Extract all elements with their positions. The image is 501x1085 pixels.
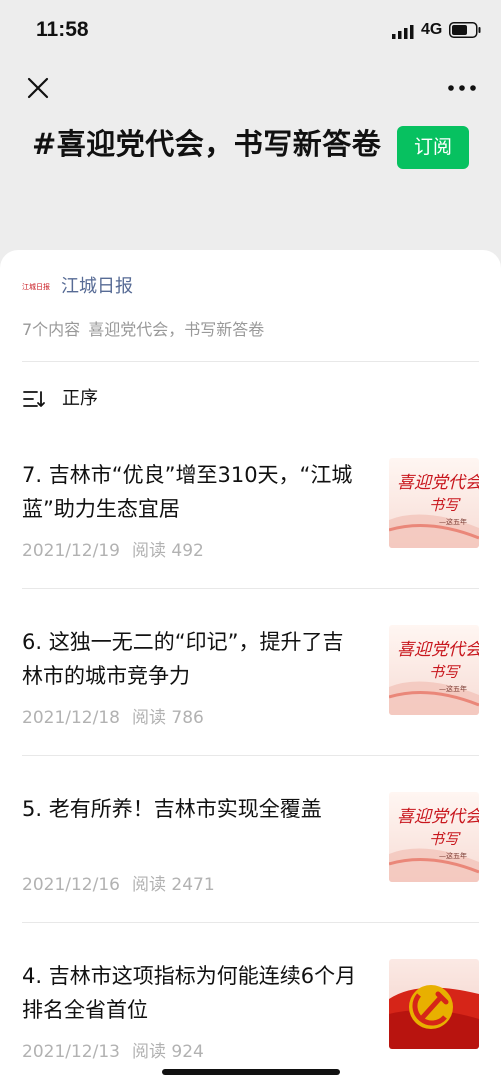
article-meta: 2021/12/13 阅读 924 xyxy=(22,1037,204,1062)
banner-thumbnail-image: 喜迎党代会书写 —这五年 xyxy=(389,458,479,548)
article-date: 2021/12/19 xyxy=(22,541,120,561)
banner-thumbnail-image: 喜迎党代会书写 —这五年 xyxy=(389,625,479,715)
collection-name: 喜迎党代会，书写新答卷 xyxy=(88,320,265,339)
svg-text:喜迎党代会: 喜迎党代会 xyxy=(397,473,479,493)
article-date: 2021/12/16 xyxy=(22,875,120,895)
source-logo: 江城日报 xyxy=(22,283,50,291)
article-item[interactable]: 5. 老有所养！吉林市实现全覆盖 2021/12/16 阅读 2471 喜迎党代会书写… xyxy=(0,774,501,940)
article-thumbnail: 喜迎党代会书写 —这五年 xyxy=(389,792,479,882)
signal-icon xyxy=(392,25,414,39)
close-icon xyxy=(27,77,49,99)
article-meta: 2021/12/18 阅读 786 xyxy=(22,703,204,728)
svg-text:喜迎党代会: 喜迎党代会 xyxy=(397,807,479,827)
svg-text:—这五年: —这五年 xyxy=(439,851,467,860)
article-title: 6. 这独一无二的“印记”，提升了吉林市的城市竞争力 xyxy=(22,630,344,688)
collection-meta: 7个内容 喜迎党代会，书写新答卷 xyxy=(22,316,264,340)
more-button[interactable] xyxy=(446,76,478,100)
divider xyxy=(22,361,479,362)
svg-text:书写: 书写 xyxy=(429,663,461,681)
article-divider xyxy=(22,922,479,923)
more-icon xyxy=(448,85,476,91)
article-meta: 2021/12/19 阅读 492 xyxy=(22,536,204,561)
article-item[interactable]: 7. 吉林市“优良”增至310天，“江城蓝”助力生态宜居 2021/12/19 阅读… xyxy=(0,440,501,606)
banner-thumbnail-image: 喜迎党代会书写 —这五年 xyxy=(389,792,479,882)
article-views: 阅读 924 xyxy=(131,1042,204,1062)
article-thumbnail: 喜迎党代会书写 —这五年 xyxy=(389,458,479,548)
article-views: 阅读 492 xyxy=(131,541,204,561)
article-date: 2021/12/18 xyxy=(22,708,120,728)
svg-text:书写: 书写 xyxy=(429,830,461,848)
topic-title: #喜迎党代会，书写新答卷 xyxy=(32,127,382,161)
svg-text:书写: 书写 xyxy=(429,496,461,514)
sort-order-icon xyxy=(23,391,45,407)
article-thumbnail xyxy=(389,959,479,1049)
article-views: 阅读 2471 xyxy=(131,875,215,895)
article-item[interactable]: 6. 这独一无二的“印记”，提升了吉林市的城市竞争力 2021/12/18 阅读 7… xyxy=(0,607,501,773)
article-thumbnail: 喜迎党代会书写 —这五年 xyxy=(389,625,479,715)
article-date: 2021/12/13 xyxy=(22,1042,120,1062)
article-divider xyxy=(22,755,479,756)
article-item[interactable]: 4. 吉林市这项指标为何能连续6个月排名全省首位 2021/12/13 阅读 924 xyxy=(0,941,501,1085)
battery-icon xyxy=(449,22,481,38)
status-time: 11:58 xyxy=(36,18,89,41)
close-button[interactable] xyxy=(24,74,52,102)
party-emblem-icon xyxy=(389,959,479,1049)
article-divider xyxy=(22,588,479,589)
source-name: 江城日报 xyxy=(61,276,133,297)
subscribe-button[interactable]: 订阅 xyxy=(397,126,469,169)
status-bar: 11:58 4G xyxy=(0,0,501,60)
svg-text:—这五年: —这五年 xyxy=(439,517,467,526)
svg-text:喜迎党代会: 喜迎党代会 xyxy=(397,640,479,660)
article-title: 4. 吉林市这项指标为何能连续6个月排名全省首位 xyxy=(22,964,357,1022)
article-title: 5. 老有所养！吉林市实现全覆盖 xyxy=(22,797,322,821)
nav-bar xyxy=(0,60,501,116)
article-title: 7. 吉林市“优良”增至310天，“江城蓝”助力生态宜居 xyxy=(22,463,353,521)
article-views: 阅读 786 xyxy=(131,708,204,728)
home-indicator xyxy=(162,1069,340,1075)
content-count: 7个内容 xyxy=(22,320,81,339)
article-meta: 2021/12/16 阅读 2471 xyxy=(22,870,215,895)
network-type: 4G xyxy=(421,21,443,38)
sort-label: 正序 xyxy=(62,388,98,409)
svg-text:—这五年: —这五年 xyxy=(439,684,467,693)
